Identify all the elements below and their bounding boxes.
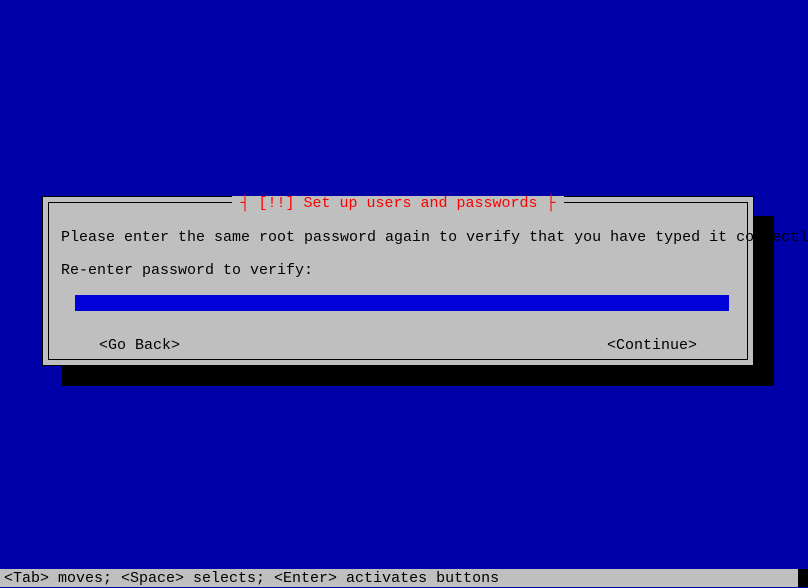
continue-button[interactable]: <Continue>: [607, 337, 697, 354]
dialog-box: ┤ [!!] Set up users and passwords ├ Plea…: [42, 196, 754, 366]
dialog-title: ┤ [!!] Set up users and passwords ├: [232, 196, 563, 211]
status-bar-corner: [798, 569, 808, 587]
dialog-title-wrap: ┤ [!!] Set up users and passwords ├: [49, 200, 747, 217]
dialog-border: ┤ [!!] Set up users and passwords ├ Plea…: [48, 202, 748, 360]
go-back-button[interactable]: <Go Back>: [99, 337, 180, 354]
dialog-content: Please enter the same root password agai…: [49, 203, 747, 364]
password-input[interactable]: [75, 295, 729, 311]
prompt-label: Re-enter password to verify:: [61, 262, 735, 279]
button-row: <Go Back> <Continue>: [61, 337, 735, 354]
status-bar: <Tab> moves; <Space> selects; <Enter> ac…: [0, 569, 808, 587]
instruction-text: Please enter the same root password agai…: [61, 229, 735, 246]
